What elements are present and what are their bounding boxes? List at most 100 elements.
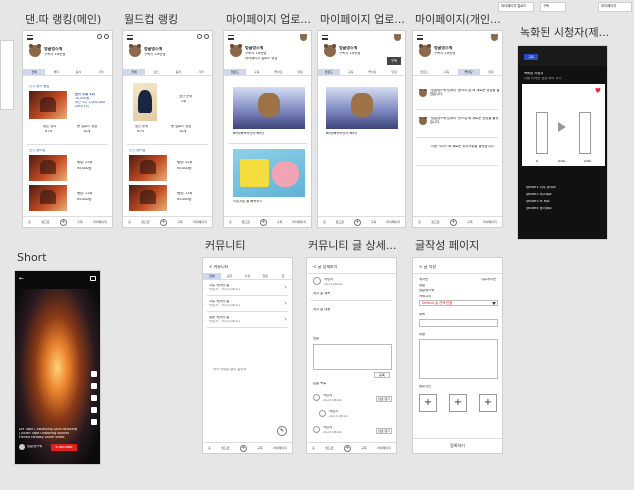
channel-avatar[interactable] [19, 444, 25, 450]
nav-home[interactable]: 홈 [128, 220, 131, 224]
tab-subscribe[interactable]: 구독 [435, 69, 457, 75]
frame-title-write-post[interactable]: 글작성 페이지 [415, 237, 507, 253]
nav-home[interactable]: 홈 [28, 220, 31, 224]
nav-home[interactable]: 홈 [418, 220, 421, 224]
tab-food[interactable]: 음식 [68, 69, 90, 75]
worldcup-thumbnail[interactable] [29, 155, 67, 181]
nav-worldcup[interactable]: 월드컵 [41, 220, 49, 224]
tab-upload[interactable]: 업로드 [224, 69, 246, 75]
comment-icon[interactable] [91, 395, 97, 401]
page-header[interactable]: < 커뮤니티 [209, 265, 228, 270]
profile-icon[interactable] [104, 34, 109, 39]
profile-icon[interactable] [204, 34, 209, 39]
nav-subscribe[interactable]: 구독 [177, 220, 183, 224]
nav-worldcup[interactable]: 월드컵 [242, 220, 250, 224]
nav-mypage[interactable]: 마이페이지 [193, 220, 207, 224]
back-icon[interactable]: ← [19, 275, 24, 282]
nav-subscribe[interactable]: 구독 [77, 220, 83, 224]
reply-button[interactable]: 답글 달기 [376, 396, 392, 402]
board-value[interactable]: 자유게시판 [481, 278, 496, 282]
frame-title-main-ranking[interactable]: 댄.따 랭킹(메인) [25, 11, 117, 27]
search-icon[interactable] [97, 34, 102, 39]
tab-etc[interactable]: 기타 [90, 69, 112, 75]
tab-subscribe[interactable]: 구독 [246, 69, 268, 75]
frame-title-mypage-upload-1[interactable]: 마이페이지 업로... [226, 11, 314, 27]
write-button[interactable]: ✎ [277, 426, 287, 436]
video-player[interactable]: ♥ 0 0:00 0:00 [522, 84, 605, 166]
tab-tip[interactable]: 팁 [274, 273, 292, 279]
comment-input[interactable] [313, 344, 392, 370]
frame-title-community[interactable]: 커뮤니티 [205, 237, 285, 253]
page-header[interactable]: < 글 작성 [419, 265, 436, 270]
tab-upload[interactable]: 업로드 [413, 69, 435, 75]
notice-text[interactable]: '멍글멍스쿼'님께서 '음악의 꿈'에 새로운 영상을 올렸습니다. [430, 89, 500, 97]
tab-upload[interactable]: 업로드 [318, 69, 340, 75]
frame-title-mypage-upload-2[interactable]: 마이페이지 업로... [320, 11, 408, 27]
add-image-button[interactable]: + [479, 394, 497, 412]
nav-home[interactable]: 홈 [312, 446, 315, 450]
nav-worldcup[interactable]: 월드컵 [325, 446, 333, 450]
frame-title-mypage-personal[interactable]: 마이페이지(개인... [415, 11, 507, 27]
menu-icon[interactable] [417, 35, 423, 40]
nav-subscribe[interactable]: 구독 [277, 220, 283, 224]
like-icon[interactable] [91, 371, 97, 377]
nav-add-button[interactable]: + [59, 218, 67, 226]
tab-food[interactable]: 음식 [168, 69, 190, 75]
menu-icon[interactable] [127, 35, 133, 40]
more-icon[interactable] [91, 419, 97, 425]
nav-add-button[interactable]: + [343, 444, 351, 452]
subscribe-button[interactable]: 구독 [387, 57, 401, 65]
nav-mypage[interactable]: 마이페이지 [483, 220, 497, 224]
nav-add-button[interactable]: + [353, 218, 361, 226]
video-thumbnail[interactable] [233, 149, 305, 197]
tab-like[interactable]: 좋아요 [457, 69, 480, 75]
title-input[interactable] [419, 319, 498, 327]
menu-icon[interactable] [228, 35, 234, 40]
video-thumbnail[interactable] [233, 87, 305, 129]
menu-icon[interactable] [322, 35, 328, 40]
header-avatar[interactable] [394, 33, 401, 41]
add-image-button[interactable]: + [419, 394, 437, 412]
nav-home[interactable]: 홈 [323, 220, 326, 224]
nav-add-button[interactable]: + [259, 218, 267, 226]
notice-text[interactable]: '멍글멍스쿼'님께서 '댄스업'에 새로운 영상을 올렸습니다. [430, 117, 500, 125]
comment-submit-button[interactable]: 등록 [374, 372, 390, 378]
slider-right[interactable] [579, 112, 591, 154]
channel-name[interactable]: 멍글멍스쿼 [27, 445, 42, 449]
nav-mypage[interactable]: 마이페이지 [386, 220, 400, 224]
tab-like[interactable]: 좋아요 [362, 69, 384, 75]
frame-title-worldcup-ranking[interactable]: 월드컵 랭킹 [124, 11, 214, 27]
tab-notice[interactable]: 공지 [221, 273, 239, 279]
nav-subscribe[interactable]: 구독 [361, 446, 367, 450]
content-textarea[interactable] [419, 339, 498, 379]
nav-mypage[interactable]: 마이페이지 [292, 220, 306, 224]
frame-title-recorded-viewer[interactable]: 녹화된 시청자(제... [520, 24, 630, 40]
slider-left[interactable] [536, 112, 548, 154]
nav-worldcup[interactable]: 월드컵 [431, 220, 439, 224]
tab-all[interactable]: 전체 [123, 69, 146, 75]
header-avatar[interactable] [300, 33, 307, 41]
reply-button[interactable]: 답글 달기 [376, 428, 392, 434]
worldcup-thumbnail[interactable] [129, 155, 167, 181]
tab-comment[interactable]: 댓글 [289, 69, 311, 75]
nav-add-button[interactable]: + [239, 444, 247, 452]
tab-comment[interactable]: 댓글 [480, 69, 502, 75]
play-icon[interactable] [558, 122, 566, 132]
worldcup-thumbnail[interactable] [29, 185, 67, 211]
camera-icon[interactable] [90, 276, 96, 281]
subscribe-badge[interactable]: 구독 [524, 54, 538, 60]
post-item[interactable]: 자유 게시판 글 작성자 · 2023.06.01 › [207, 298, 288, 312]
nav-subscribe[interactable]: 구독 [467, 220, 473, 224]
nav-mypage[interactable]: 마이페이지 [93, 220, 107, 224]
category-select[interactable]: Default 글 선택 안함 [419, 300, 498, 306]
subscribe-button[interactable]: SUBSCRIBE [51, 444, 77, 451]
header-avatar[interactable] [491, 33, 498, 41]
tab-subscribe[interactable]: 구독 [340, 69, 362, 75]
tab-free[interactable]: 자유 [239, 273, 257, 279]
nav-subscribe[interactable]: 구독 [257, 446, 263, 450]
nav-add-button[interactable]: + [449, 218, 457, 226]
share-icon[interactable] [91, 407, 97, 413]
worldcup-thumbnail[interactable] [129, 185, 167, 211]
nav-mypage[interactable]: 마이페이지 [273, 446, 287, 450]
nav-subscribe[interactable]: 구독 [371, 220, 377, 224]
